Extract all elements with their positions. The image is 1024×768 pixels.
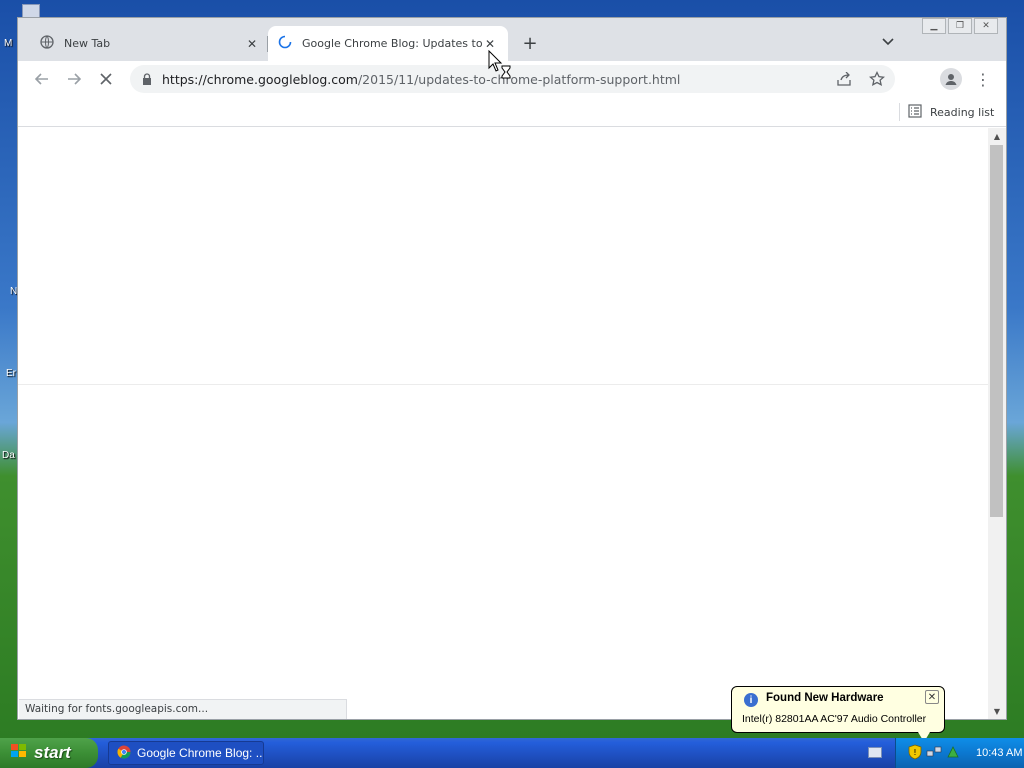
busy-cursor-icon [488,49,514,85]
bookmarks-bar: Reading list [18,97,1006,127]
reading-list-label: Reading list [930,105,995,119]
new-tab-button[interactable]: + [518,31,542,55]
desktop-icon-label[interactable]: Da [2,450,15,461]
start-button[interactable]: start [0,738,98,768]
lock-icon[interactable] [142,73,152,85]
url-host: https://chrome.googleblog.com [162,71,358,87]
security-shield-icon[interactable]: ! [908,744,922,763]
scrollbar-thumb[interactable] [990,145,1003,517]
chrome-icon [117,745,131,762]
reading-list-icon [908,103,922,121]
tab-title: New Tab [64,37,111,50]
page-viewport[interactable] [18,128,988,719]
taskbar: start Google Chrome Blog: ... ! 10:43 AM [0,738,1024,768]
network-icon[interactable] [926,745,942,762]
tab-search-chevron-icon[interactable] [878,32,898,52]
desktop-icon-label[interactable]: Er [6,368,16,379]
taskbar-item-label: Google Chrome Blog: ... [137,746,264,760]
chrome-window: New Tab ✕ Google Chrome Blog: Updates to… [17,17,1007,720]
close-tab-icon[interactable]: ✕ [244,36,260,52]
status-bubble: Waiting for fonts.googleapis.com... [19,699,347,719]
forward-button[interactable] [62,67,86,91]
window-controls: ▁ ❐ ✕ [922,18,998,34]
content-divider [18,384,988,385]
scroll-up-arrow-icon[interactable]: ▲ [992,131,1002,141]
share-icon[interactable] [835,69,855,89]
clock[interactable]: 10:43 AM [976,747,1022,759]
profile-avatar-icon[interactable] [940,68,962,90]
windows-flag-icon [10,743,28,764]
tab-new-tab[interactable]: New Tab ✕ [30,26,270,61]
vertical-scrollbar[interactable]: ▲ ▼ [988,128,1006,719]
tab-title: Google Chrome Blog: Updates to Ch [302,37,482,50]
chrome-menu-icon[interactable]: ⋮ [973,69,993,89]
balloon-text: Intel(r) 82801AA AC'97 Audio Controller [742,713,927,725]
globe-icon [40,35,54,52]
bookmark-star-icon[interactable] [867,69,887,89]
minimize-button[interactable]: ▁ [922,18,946,34]
loading-spinner-icon [278,35,292,52]
hardware-wizard-icon[interactable] [946,745,960,762]
balloon-close-button[interactable]: ✕ [925,690,939,704]
keyboard-language-icon[interactable] [868,747,882,758]
omnibox-actions [835,69,887,89]
stop-loading-button[interactable] [94,67,118,91]
desktop-icon-label[interactable]: M [4,38,12,49]
found-new-hardware-balloon[interactable]: i Found New Hardware ✕ Intel(r) 82801AA … [731,686,945,742]
start-label: start [34,743,71,762]
restore-button[interactable]: ❐ [948,18,972,34]
close-window-button[interactable]: ✕ [974,18,998,34]
taskbar-item-chrome[interactable]: Google Chrome Blog: ... [108,741,264,765]
url-path: /2015/11/updates-to-chrome-platform-supp… [357,71,681,87]
info-icon: i [744,693,758,707]
tab-chrome-blog[interactable]: Google Chrome Blog: Updates to Ch ✕ [268,26,508,61]
reading-list-button[interactable]: Reading list [908,102,994,122]
svg-text:!: ! [913,748,916,757]
system-tray: ! 10:43 AM [895,738,1024,768]
balloon-title: Found New Hardware [766,692,884,704]
bookmarks-divider [899,103,900,121]
url-text[interactable]: https://chrome.googleblog.com/2015/11/up… [162,72,680,87]
scroll-down-arrow-icon[interactable]: ▼ [992,706,1002,716]
my-computer-icon[interactable] [22,4,40,18]
back-button[interactable] [30,67,54,91]
